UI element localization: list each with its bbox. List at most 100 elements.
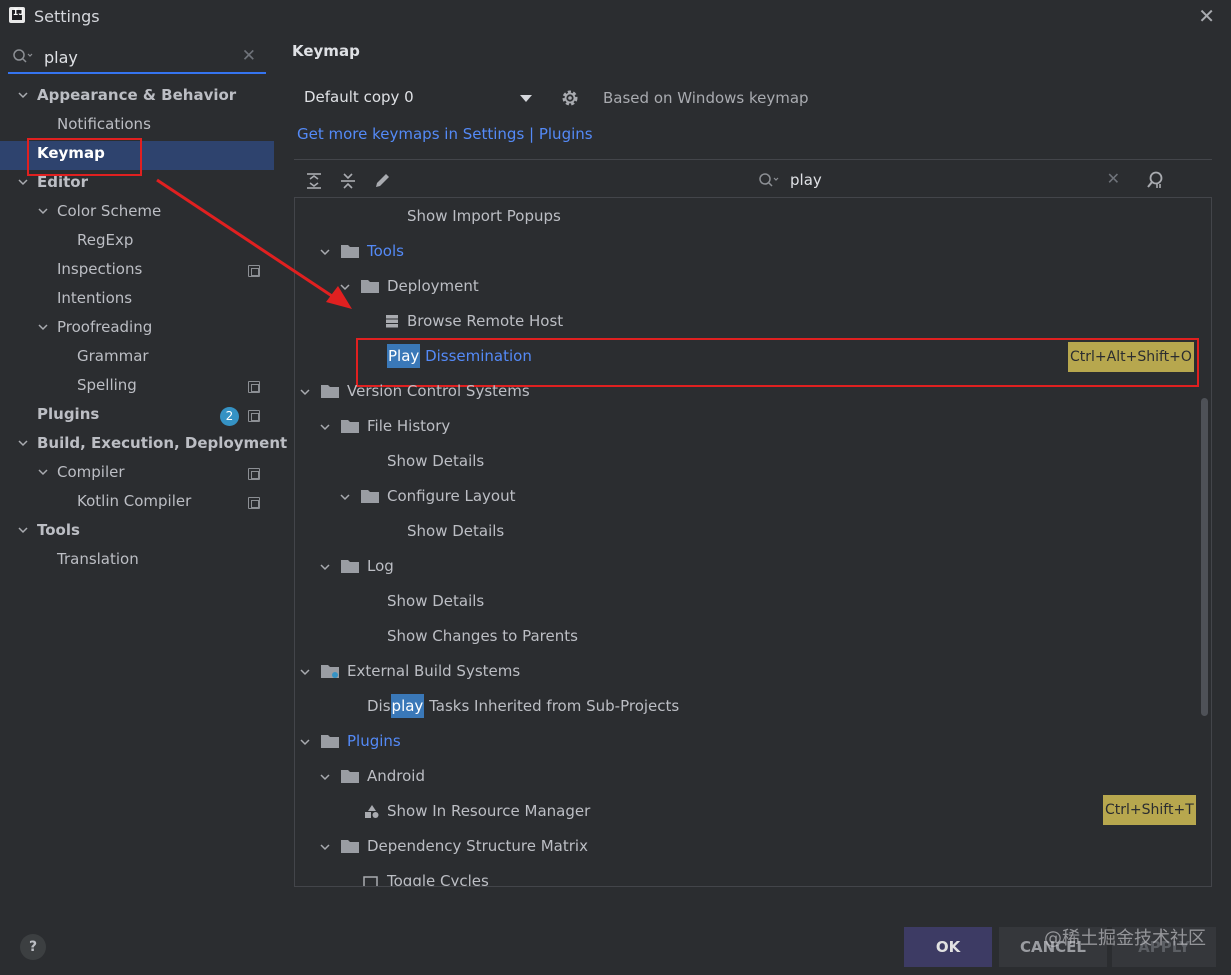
group-label: External Build Systems <box>347 662 521 680</box>
tree-row[interactable]: Show Details <box>407 514 504 549</box>
sidebar-item-notifications[interactable]: Notifications <box>57 110 151 139</box>
clear-search-icon[interactable]: ✕ <box>242 46 256 66</box>
sidebar-item-color-scheme[interactable]: Color Scheme <box>38 197 268 226</box>
shortcut-badge[interactable]: Ctrl+Shift+T <box>1103 795 1196 825</box>
tree-row-plugins[interactable]: Plugins <box>300 724 600 759</box>
tree-row-toggle-cycles[interactable]: Toggle Cycles <box>363 864 763 887</box>
find-by-shortcut-icon[interactable] <box>1146 170 1166 190</box>
project-settings-icon <box>248 497 260 509</box>
tree-row[interactable]: Show Import Popups <box>407 199 561 234</box>
folder-icon <box>341 840 359 853</box>
sidebar-item-label: Compiler <box>57 463 125 481</box>
sidebar-item-label: RegExp <box>77 231 134 249</box>
tree-row-version-control-systems[interactable]: Version Control Systems <box>300 374 700 409</box>
tree-row-file-history[interactable]: File History <box>320 409 620 444</box>
tree-row-android[interactable]: Android <box>320 759 620 794</box>
project-settings-icon <box>248 468 260 480</box>
search-match-highlight: play <box>390 694 425 718</box>
folder-icon <box>341 420 359 433</box>
tree-row[interactable]: Show Details <box>387 584 484 619</box>
sidebar-item-plugins[interactable]: Plugins 2 <box>37 400 274 429</box>
tree-row-show-in-resource-manager[interactable]: Show In Resource Manager <box>365 794 765 829</box>
tree-row-tools[interactable]: Tools <box>320 234 620 269</box>
expand-all-icon[interactable] <box>304 171 324 191</box>
intellij-app-icon: IJ <box>9 7 25 23</box>
window-title: Settings <box>34 7 100 26</box>
sidebar-item-label: Proofreading <box>57 318 153 336</box>
sidebar-item-regexp[interactable]: RegExp <box>77 226 133 255</box>
sidebar-item-tools[interactable]: Tools <box>18 516 274 545</box>
group-label: Configure Layout <box>387 487 516 505</box>
tree-row-log[interactable]: Log <box>320 549 620 584</box>
group-label: Dependency Structure Matrix <box>367 837 588 855</box>
action-label: Toggle Cycles <box>387 872 489 887</box>
clear-search-icon[interactable]: ✕ <box>1107 169 1120 188</box>
gear-icon[interactable] <box>560 88 580 108</box>
action-label: Show Details <box>387 592 485 610</box>
action-label: Browse Remote Host <box>407 312 564 330</box>
tree-row-configure-layout[interactable]: Configure Layout <box>340 479 640 514</box>
group-label: Plugins <box>347 732 401 750</box>
tree-row-browse-remote-host[interactable]: Browse Remote Host <box>385 304 685 339</box>
group-label: Version Control Systems <box>347 382 530 400</box>
get-more-keymaps-link[interactable]: Get more keymaps in Settings | Plugins <box>297 125 593 143</box>
tree-scrollbar[interactable] <box>1201 398 1208 716</box>
sidebar-item-label: Inspections <box>57 260 143 278</box>
tree-row-display-tasks[interactable]: Display Tasks Inherited from Sub-Project… <box>367 689 867 724</box>
tree-row[interactable]: Show Changes to Parents <box>387 619 578 654</box>
action-label: Show Details <box>387 452 485 470</box>
sidebar-item-label: Appearance & Behavior <box>37 86 237 104</box>
chevron-down-icon <box>300 739 310 746</box>
help-button[interactable]: ? <box>20 934 46 960</box>
close-window-button[interactable]: ✕ <box>1198 4 1215 28</box>
sidebar-item-build-execution-deployment[interactable]: Build, Execution, Deployment <box>18 429 287 458</box>
divider <box>294 159 1212 160</box>
sidebar-item-translation[interactable]: Translation <box>57 545 139 574</box>
chevron-down-icon <box>18 440 28 447</box>
folder-icon <box>361 490 379 503</box>
group-label: Log <box>367 557 394 575</box>
sidebar-item-spelling[interactable]: Spelling <box>77 371 137 400</box>
search-icon <box>13 49 33 63</box>
folder-icon <box>361 280 379 293</box>
tree-row-external-build-systems[interactable]: External Build Systems <box>300 654 700 689</box>
title-bar: IJ Settings ✕ <box>0 0 1231 32</box>
sidebar-item-label: Build, Execution, Deployment <box>37 434 288 452</box>
sidebar-item-kotlin-compiler[interactable]: Kotlin Compiler <box>77 487 191 516</box>
group-label: File History <box>367 417 451 435</box>
chevron-down-icon <box>18 92 28 99</box>
action-label-prefix: Dis <box>367 697 391 715</box>
sidebar-item-compiler[interactable]: Compiler <box>38 458 268 487</box>
keymap-action-tree[interactable]: Show Import Popups Tools Deployment Brow… <box>294 197 1212 887</box>
sidebar-item-label: Translation <box>57 550 139 568</box>
sidebar-item-grammar[interactable]: Grammar <box>77 342 149 371</box>
watermark: @稀土掘金技术社区 <box>1044 928 1206 949</box>
toggle-icon <box>363 876 378 886</box>
chevron-down-icon <box>38 324 48 331</box>
settings-search-input[interactable]: play ✕ <box>8 42 266 74</box>
sidebar-item-appearance-behavior[interactable]: Appearance & Behavior <box>18 81 274 110</box>
folder-icon <box>321 735 339 748</box>
edit-pencil-icon[interactable] <box>372 171 392 191</box>
ok-button[interactable]: OK <box>904 927 992 967</box>
sidebar-item-proofreading[interactable]: Proofreading <box>38 313 268 342</box>
tree-row[interactable]: Show Details <box>387 444 484 479</box>
sidebar-item-label: Spelling <box>77 376 137 394</box>
dropdown-arrow-icon <box>520 95 532 102</box>
tree-row-deployment[interactable]: Deployment <box>340 269 640 304</box>
keymap-search-input[interactable]: play ✕ <box>752 164 1142 196</box>
collapse-all-icon[interactable] <box>338 171 358 191</box>
group-label: Android <box>367 767 425 785</box>
sidebar-item-label: Tools <box>37 521 80 539</box>
tree-row-dependency-structure-matrix[interactable]: Dependency Structure Matrix <box>320 829 720 864</box>
action-label: Tasks Inherited from Sub-Projects <box>424 697 680 715</box>
project-settings-icon <box>248 410 260 422</box>
search-icon <box>759 173 779 187</box>
sidebar-item-inspections[interactable]: Inspections <box>57 255 142 284</box>
group-label: Tools <box>367 242 404 260</box>
keymap-dropdown[interactable]: Default copy 0 <box>294 82 542 114</box>
sidebar-item-intentions[interactable]: Intentions <box>57 284 132 313</box>
keymap-search-value: play <box>790 171 822 189</box>
chevron-down-icon <box>300 669 310 676</box>
chevron-down-icon <box>320 774 330 781</box>
